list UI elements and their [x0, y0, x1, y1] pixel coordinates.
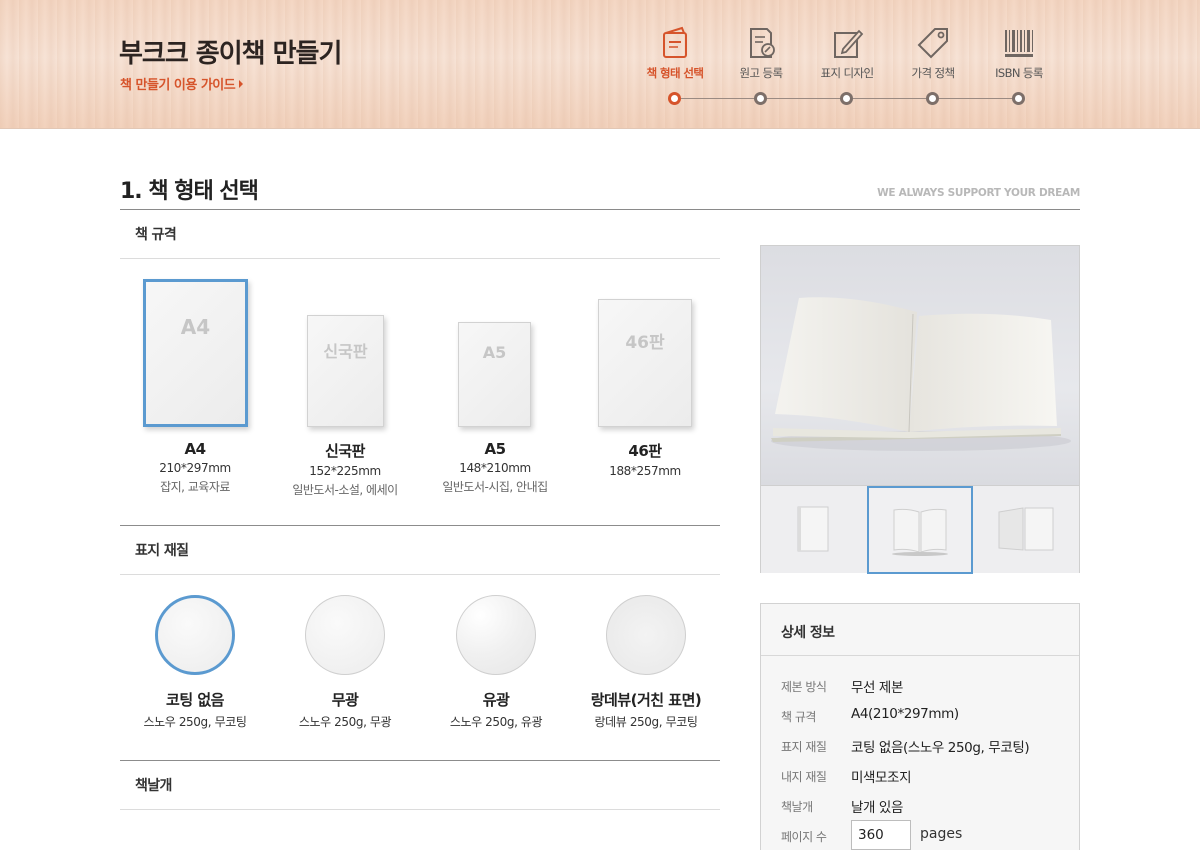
divider — [120, 525, 720, 526]
cover-option-none[interactable]: 코팅 없음 스노우 250g, 무코팅 — [120, 689, 270, 730]
guide-link-label: 책 만들기 이용 가이드 — [120, 78, 236, 93]
guide-link[interactable]: 책 만들기 이용 가이드 — [120, 74, 244, 93]
size-option-a5[interactable]: A5 148*210mm 일반도서-시집, 안내집 — [420, 440, 570, 495]
cover-name: 무광 — [331, 691, 359, 709]
size-use: 잡지, 교육자료 — [160, 480, 230, 494]
step-isbn[interactable]: ISBN 등록 — [974, 25, 1064, 81]
price-tag-icon — [915, 25, 951, 61]
preview-thumbnails — [761, 485, 1079, 574]
size-card-a4[interactable]: A4 — [143, 279, 248, 427]
cover-name: 코팅 없음 — [166, 691, 224, 709]
step-label: 표지 디자인 — [820, 66, 875, 80]
detail-panel: 상세 정보 제본 방식 무선 제본 책 규격 A4(210*297mm) 표지 … — [760, 603, 1080, 850]
detail-key: 표지 재질 — [781, 740, 827, 754]
detail-value: 무선 제본 — [851, 680, 903, 696]
thumbnail-closed[interactable] — [761, 486, 867, 574]
size-use: 일반도서-소설, 에세이 — [292, 483, 398, 497]
size-name: A4 — [184, 440, 206, 458]
step-dot-active — [668, 92, 681, 105]
cover-heading: 표지 재질 — [135, 543, 189, 559]
page-count-input[interactable] — [851, 820, 911, 850]
divider — [120, 258, 720, 259]
cover-swatch-none[interactable] — [155, 595, 235, 675]
cover-desc: 스노우 250g, 무코팅 — [143, 715, 247, 729]
size-name: A5 — [484, 440, 506, 458]
step-label: 가격 정책 — [911, 66, 956, 80]
preview-image — [761, 246, 1079, 485]
detail-value: A4(210*297mm) — [851, 706, 959, 722]
detail-key: 내지 재질 — [781, 770, 827, 784]
detail-value: 코팅 없음(스노우 250g, 무코팅) — [851, 740, 1030, 756]
detail-key: 책날개 — [781, 800, 813, 814]
page-count-unit: pages — [920, 826, 963, 842]
divider — [120, 809, 720, 810]
cover-desc: 스노우 250g, 무광 — [298, 715, 392, 729]
page-title: 부크크 종이책 만들기 — [119, 39, 342, 69]
size-option-shinguk[interactable]: 신국판 152*225mm 일반도서-소설, 에세이 — [270, 440, 420, 498]
cover-desc: 스노우 250g, 유광 — [449, 715, 543, 729]
step-dot — [840, 92, 853, 105]
flap-heading: 책날개 — [135, 778, 172, 794]
document-icon — [743, 25, 779, 61]
divider — [761, 655, 1079, 656]
step-dot — [1012, 92, 1025, 105]
step-book-type[interactable]: 책 형태 선택 — [630, 25, 720, 81]
size-card-46[interactable]: 46판 — [598, 299, 692, 427]
size-option-46[interactable]: 46판 188*257mm — [570, 440, 720, 481]
book-icon — [657, 25, 693, 61]
size-heading: 책 규격 — [135, 227, 177, 243]
divider — [120, 209, 1080, 210]
size-card-shinguk[interactable]: 신국판 — [307, 315, 384, 427]
size-card-a5[interactable]: A5 — [458, 322, 531, 427]
cover-swatch-gloss[interactable] — [456, 595, 536, 675]
cover-option-gloss[interactable]: 유광 스노우 250g, 유광 — [421, 689, 571, 730]
size-use: 일반도서-시집, 안내집 — [442, 480, 548, 494]
size-dims: 210*297mm — [159, 461, 231, 475]
cover-name: 랑데뷰(거친 표면) — [590, 691, 702, 709]
caret-right-icon — [239, 80, 244, 88]
slogan: WE ALWAYS SUPPORT YOUR DREAM — [877, 187, 1080, 199]
step-manuscript[interactable]: 원고 등록 — [716, 25, 806, 81]
size-name: 46판 — [628, 442, 662, 460]
step-label: 책 형태 선택 — [646, 66, 704, 80]
step-dot — [754, 92, 767, 105]
size-card-label: 신국판 — [323, 342, 368, 361]
thumbnail-open[interactable] — [867, 486, 973, 574]
page-header: 부크크 종이책 만들기 책 만들기 이용 가이드 책 형태 선택 원고 등록 표… — [0, 0, 1200, 129]
cover-option-matte[interactable]: 무광 스노우 250g, 무광 — [270, 689, 420, 730]
detail-value: 미색모조지 — [851, 770, 912, 786]
detail-heading: 상세 정보 — [781, 625, 835, 641]
step-cover-design[interactable]: 표지 디자인 — [802, 25, 892, 81]
divider — [120, 574, 720, 575]
section-title: 1. 책 형태 선택 — [120, 179, 259, 204]
step-dot — [926, 92, 939, 105]
thumbnail-half-open[interactable] — [973, 486, 1079, 574]
cover-desc: 랑데뷰 250g, 무코팅 — [594, 715, 698, 729]
step-pricing[interactable]: 가격 정책 — [888, 25, 978, 81]
size-dims: 188*257mm — [609, 464, 681, 478]
size-card-label: A5 — [482, 343, 507, 362]
detail-key: 제본 방식 — [781, 680, 827, 694]
detail-key: 책 규격 — [781, 710, 816, 724]
size-card-label: 46판 — [625, 333, 665, 353]
detail-key: 페이지 수 — [781, 830, 827, 844]
size-card-label: A4 — [180, 315, 211, 339]
size-dims: 148*210mm — [459, 461, 531, 475]
size-name: 신국판 — [325, 442, 365, 460]
cover-swatch-matte[interactable] — [305, 595, 385, 675]
size-dims: 152*225mm — [309, 464, 381, 478]
progress-steps: 책 형태 선택 원고 등록 표지 디자인 가격 정책 ISBN 등록 — [630, 25, 1060, 115]
detail-value: 날개 있음 — [851, 800, 903, 816]
cover-swatch-rendezvous[interactable] — [606, 595, 686, 675]
cover-name: 유광 — [482, 691, 510, 709]
design-icon — [829, 25, 865, 61]
book-preview — [760, 245, 1080, 574]
divider — [120, 760, 720, 761]
step-label: 원고 등록 — [739, 66, 784, 80]
step-label: ISBN 등록 — [995, 66, 1043, 80]
size-option-a4[interactable]: A4 210*297mm 잡지, 교육자료 — [120, 440, 270, 495]
cover-option-rendezvous[interactable]: 랑데뷰(거친 표면) 랑데뷰 250g, 무코팅 — [571, 689, 721, 730]
barcode-icon — [1001, 25, 1037, 61]
